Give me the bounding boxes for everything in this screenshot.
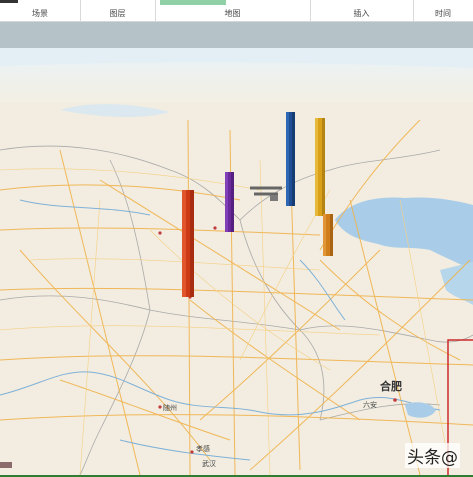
beijing-mark xyxy=(270,195,278,201)
ribbon-selection-accent xyxy=(160,0,226,5)
city-label-suizhou: 随州 xyxy=(163,403,177,412)
ribbon-group-layer[interactable]: 图层 xyxy=(80,0,156,21)
ribbon-group-label: 图层 xyxy=(109,9,126,18)
map-toolbar-strip xyxy=(0,22,473,48)
purple-column[interactable] xyxy=(225,172,234,232)
city-label-hefei: 合肥 xyxy=(380,379,402,393)
city-label-luan: 六安 xyxy=(363,400,377,409)
3d-map-view[interactable]: 合肥 武汉 孝感 随州 六安 xyxy=(0,48,473,475)
ribbon-group-label: 场景 xyxy=(32,9,48,18)
edge-label-mark xyxy=(0,462,12,468)
red-column[interactable] xyxy=(182,190,194,297)
gold-column[interactable] xyxy=(315,118,325,216)
orange-column[interactable] xyxy=(323,214,333,256)
ribbon-group-insert[interactable]: 插入 xyxy=(310,0,414,21)
ribbon-group-time[interactable]: 时间 xyxy=(413,0,473,21)
city-label-wuhan: 武汉 xyxy=(202,459,216,468)
ribbon-group-label: 插入 xyxy=(353,9,370,18)
blue-column[interactable] xyxy=(286,112,295,206)
ribbon-group-label: 时间 xyxy=(435,9,451,18)
ribbon-group-scene[interactable]: 场景 xyxy=(0,0,81,21)
map-canvas: 合肥 武汉 孝感 随州 六安 xyxy=(0,48,473,475)
ribbon-group-label: 地图 xyxy=(224,9,241,18)
land-background xyxy=(0,48,473,475)
city-label-xiaogan: 孝感 xyxy=(196,444,210,453)
ribbon-tabs: 场景 图层 地图 插入 时间 xyxy=(0,0,473,22)
watermark: 头条@ xyxy=(405,443,460,468)
